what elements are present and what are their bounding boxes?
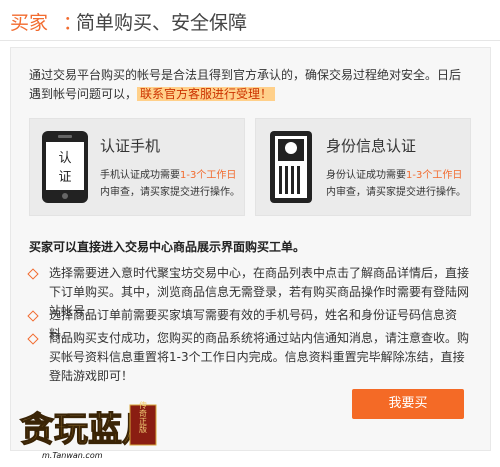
phone-icon-label-1: 认 <box>58 151 71 166</box>
diamond-bullet-icon <box>27 333 39 345</box>
header-role: 买家 <box>10 12 49 34</box>
phone-verify-card: 认 证 认证手机 手机认证成功需要1-3个工作日 内审查，请买家提交进行操作。 <box>29 118 245 216</box>
buy-button[interactable]: 我要买 <box>352 389 464 419</box>
diamond-bullet-icon <box>27 268 39 280</box>
id-verify-line1: 身份认证成功需要1-3个工作日 <box>326 170 463 181</box>
id-card-icon <box>270 131 312 203</box>
intro-text: 通过交易平台购买的帐号是合法且得到官方承认的，确保交易过程绝对安全。日后遇到帐号… <box>29 66 469 104</box>
id-verify-line2: 内审查，请买家提交进行操作。 <box>326 187 466 198</box>
buy-heading: 买家可以直接进入交易中心商品展示界面购买工单。 <box>29 240 306 254</box>
id-verify-title: 身份信息认证 <box>326 137 417 155</box>
logo-tag: 传奇正版 <box>139 400 148 434</box>
info-panel: 通过交易平台购买的帐号是合法且得到官方承认的，确保交易过程绝对安全。日后遇到帐号… <box>10 47 491 451</box>
phone-icon-label-2: 证 <box>58 170 71 185</box>
header-title: 简单购买、安全保障 <box>76 12 248 34</box>
logo-url: m.Tanwan.com <box>42 451 103 460</box>
diamond-bullet-icon <box>27 310 39 322</box>
phone-verify-line2: 内审查，请买家提交进行操作。 <box>100 187 240 198</box>
contact-service-link[interactable]: 联系官方客服进行受理！ <box>137 87 276 101</box>
phone-icon: 认 证 <box>42 131 88 203</box>
phone-verify-title: 认证手机 <box>100 137 161 155</box>
phone-verify-line1: 手机认证成功需要1-3个工作日 <box>100 170 237 181</box>
page-header: 买家 ： 简单购买、安全保障 <box>0 0 500 41</box>
id-verify-card: 身份信息认证 身份认证成功需要1-3个工作日 内审查，请买家提交进行操作。 <box>255 118 471 216</box>
